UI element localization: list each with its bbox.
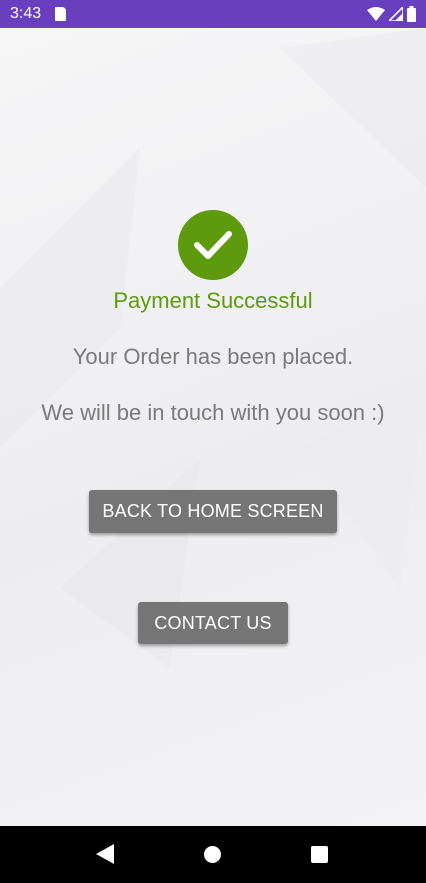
status-time: 3:43: [10, 5, 42, 22]
background-decoration: [0, 28, 426, 668]
order-placed-message: Your Order has been placed.: [72, 344, 354, 369]
battery-icon: [407, 6, 416, 22]
payment-success-screen: Payment Successful Your Order has been p…: [0, 28, 426, 826]
navigation-bar: [0, 826, 426, 883]
wifi-icon: [367, 7, 385, 21]
back-to-home-button[interactable]: BACK TO HOME SCREEN: [89, 490, 337, 533]
contact-soon-message: We will be in touch with you soon :): [41, 400, 385, 425]
back-icon[interactable]: [96, 844, 114, 864]
home-icon[interactable]: [204, 846, 221, 863]
status-icons: [367, 6, 416, 22]
success-title: Payment Successful: [113, 288, 313, 313]
status-bar: 3:43: [0, 0, 426, 28]
recents-icon[interactable]: [311, 846, 328, 863]
sd-card-icon: [55, 7, 67, 21]
signal-icon: [389, 7, 403, 21]
check-circle-icon: [178, 210, 248, 280]
contact-us-button[interactable]: CONTACT US: [138, 602, 288, 644]
checkmark-icon: [194, 231, 232, 259]
